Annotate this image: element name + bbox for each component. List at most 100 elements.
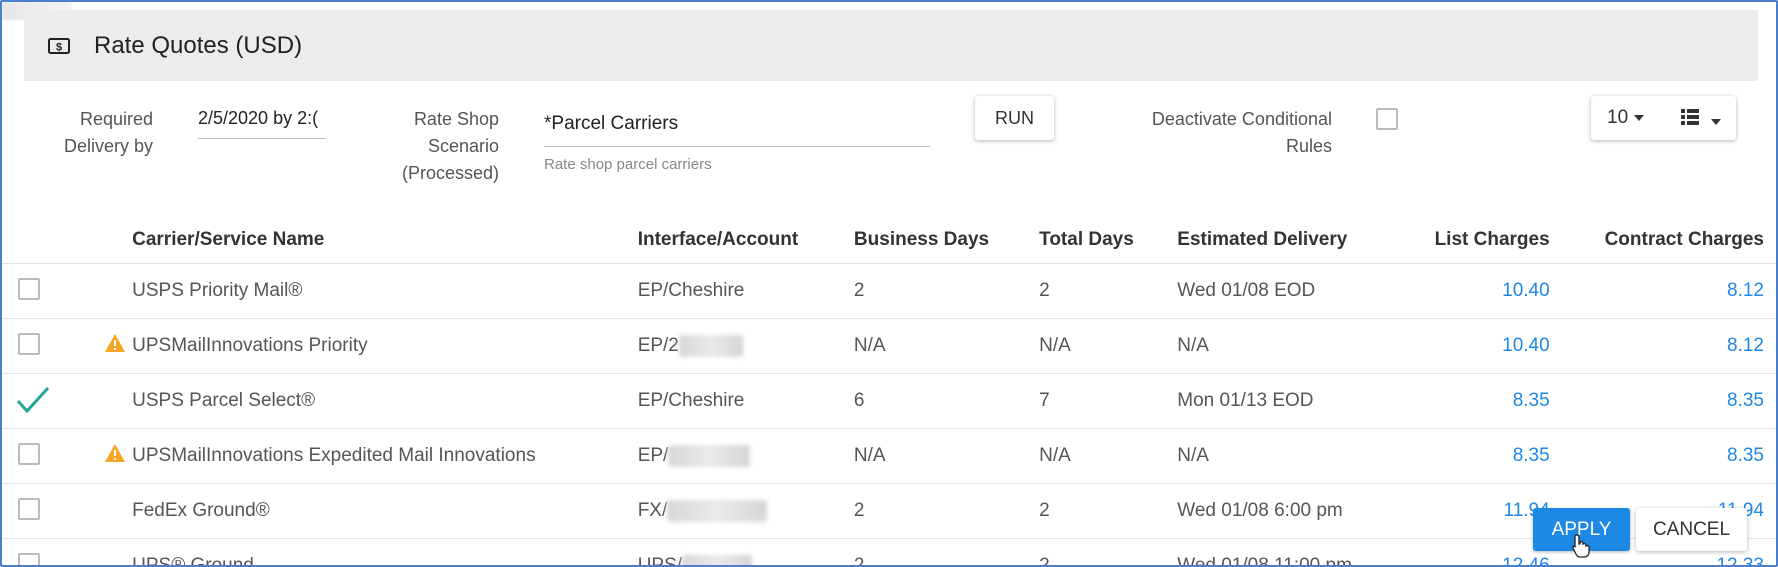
service-name: UPS® Ground [132,538,638,565]
total-days: N/A [1039,318,1178,374]
column-header-contract-charges[interactable]: Contract Charges [1549,217,1776,264]
rate-quotes-panel: $ Rate Quotes (USD) Required Delivery by… [0,0,1778,567]
total-days: 7 [1039,373,1178,429]
contract-charge[interactable]: 8.12 [1549,318,1776,374]
chevron-down-icon [1711,118,1721,125]
account: EP/Cheshire [637,373,854,429]
row-select-cell [2,263,83,319]
estimated-delivery: N/A [1177,318,1388,374]
business-days: N/A [853,318,1040,374]
scenario-hint: Rate shop parcel carriers [544,156,712,173]
chevron-down-icon [1634,114,1645,121]
column-header-account[interactable]: Interface/Account [637,217,854,264]
list-charge[interactable]: 10.40 [1387,263,1550,319]
run-button[interactable]: RUN [975,96,1054,140]
scenario-label: Rate Shop Scenario (Processed) [401,109,499,183]
warning-column-header [82,217,133,264]
select-column-header [2,217,83,264]
estimated-delivery: Wed 01/08 6:00 pm [1177,483,1388,539]
row-warning-cell [82,373,133,429]
table-header-row: Carrier/Service Name Interface/Account B… [2,217,1776,264]
row-select-cell [2,483,83,539]
total-days: 2 [1039,483,1178,539]
deactivate-rules-checkbox[interactable] [1376,108,1398,130]
total-days: N/A [1039,428,1178,484]
account-cell: EP/ [637,428,854,484]
rate-shop-form: Required Delivery by 2/5/2020 by 2:( Rat… [2,94,1776,194]
column-header-total-days[interactable]: Total Days [1039,217,1178,264]
account: FX/ [637,500,668,521]
column-header-list-charges[interactable]: List Charges [1387,217,1550,264]
service-name: UPSMailInnovations Expedited Mail Innova… [132,428,638,484]
required-delivery-input[interactable]: 2/5/2020 by 2:( [198,108,326,139]
page-title: Rate Quotes (USD) [94,31,303,59]
service-name: USPS Parcel Select® [132,373,638,429]
business-days: 6 [853,373,1040,429]
list-view-icon [1681,109,1699,125]
list-charge[interactable]: 10.40 [1387,318,1550,374]
estimated-delivery: Wed 01/08 EOD [1177,263,1388,319]
table-row[interactable]: UPS® Ground UPS/ 2 2 Wed 01/08 11:00 pm … [2,538,1776,567]
row-select-cell [2,428,83,484]
service-name: USPS Priority Mail® [132,263,638,319]
scenario-input[interactable]: *Parcel Carriers [544,108,930,147]
contract-charge[interactable]: 8.35 [1549,428,1776,484]
table-row[interactable]: FedEx Ground® FX/ 2 2 Wed 01/08 6:00 pm … [2,483,1776,539]
contract-charge[interactable]: 8.12 [1549,263,1776,319]
list-charge[interactable]: 12.46 [1387,538,1550,565]
redacted-account [668,444,751,467]
row-select-cell [2,373,83,429]
table-row-selected[interactable]: USPS Parcel Select® EP/Cheshire 6 7 Mon … [2,373,1776,429]
account: EP/Cheshire [637,263,854,319]
list-charge[interactable]: 8.35 [1387,373,1550,429]
page-size-value: 10 [1607,107,1629,128]
warning-icon [104,333,126,359]
table-row[interactable]: USPS Priority Mail® EP/Cheshire 2 2 Wed … [2,263,1776,319]
row-checkbox[interactable] [18,443,40,465]
estimated-delivery: Mon 01/13 EOD [1177,373,1388,429]
list-charge[interactable]: 11.94 [1387,483,1550,539]
grid-tools: 10 [1591,96,1736,140]
list-charge[interactable]: 8.35 [1387,428,1550,484]
table-row[interactable]: UPSMailInnovations Expedited Mail Innova… [2,428,1776,484]
total-days: 2 [1039,538,1178,565]
row-warning-cell [82,318,133,374]
column-header-service[interactable]: Carrier/Service Name [132,217,638,264]
redacted-account [678,334,743,357]
column-header-business-days[interactable]: Business Days [853,217,1040,264]
row-checkbox[interactable] [18,333,40,355]
account: UPS/ [637,555,683,567]
business-days: 2 [853,538,1040,565]
row-checkbox[interactable] [18,498,40,520]
account-cell: FX/ [637,483,854,539]
business-days: 2 [853,263,1040,319]
account-cell: EP/2 [637,318,854,374]
row-checkbox[interactable] [18,278,40,300]
deactivate-rules-label: Deactivate Conditional Rules [1151,109,1332,156]
business-days: 2 [853,483,1040,539]
table-row[interactable]: UPSMailInnovations Priority EP/2 N/A N/A… [2,318,1776,374]
cancel-button[interactable]: CANCEL [1636,508,1747,551]
account: EP/2 [637,335,679,356]
contract-charge[interactable]: 8.35 [1549,373,1776,429]
required-delivery-label: Required Delivery by [63,109,153,156]
estimated-delivery: Wed 01/08 11:00 pm [1177,538,1388,565]
redacted-account [682,554,753,565]
service-name: FedEx Ground® [132,483,638,539]
row-warning-cell [82,263,133,319]
account: EP/ [637,445,669,466]
checkmark-icon[interactable] [16,386,50,420]
row-warning-cell [82,483,133,539]
redacted-account [667,499,768,522]
money-icon: $ [48,37,70,55]
row-select-cell [2,318,83,374]
page-size-select[interactable]: 10 [1607,107,1645,129]
rate-quotes-table: Carrier/Service Name Interface/Account B… [2,217,1776,567]
account-cell: UPS/ [637,538,854,567]
estimated-delivery: N/A [1177,428,1388,484]
view-options-button[interactable] [1681,108,1721,131]
row-checkbox[interactable] [18,553,40,565]
business-days: N/A [853,428,1040,484]
column-header-estimated-delivery[interactable]: Estimated Delivery [1177,217,1388,264]
row-warning-cell [82,538,133,565]
